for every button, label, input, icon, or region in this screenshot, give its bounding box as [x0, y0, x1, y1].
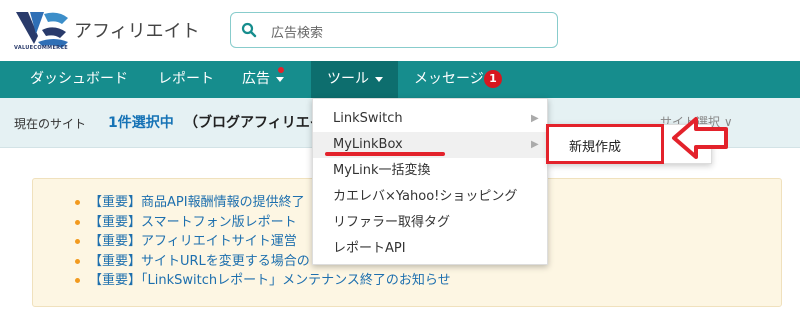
bullet-icon	[75, 239, 80, 244]
logo-subtext: VALUECOMMERCE	[14, 45, 69, 51]
menu-item-referrer-tag[interactable]: リファラー取得タグ	[313, 210, 547, 236]
chevron-down-icon	[375, 76, 383, 82]
notice-text[interactable]: 【重要】スマートフォン版レポート	[89, 215, 297, 230]
chevron-down-icon	[276, 76, 284, 82]
brand-name: アフィリエイト	[74, 21, 200, 42]
annotation-highlight-box	[546, 124, 664, 164]
nav-tools[interactable]: ツール	[311, 61, 398, 98]
notice-text[interactable]: 【重要】商品API報酬情報の提供終了	[89, 195, 305, 210]
chevron-right-icon: ▶	[531, 113, 539, 124]
menu-item-mylink-bulk[interactable]: MyLink一括変換	[313, 158, 547, 184]
nav-messages-label: メッセージ	[414, 71, 484, 87]
menu-item-label: LinkSwitch	[333, 111, 403, 126]
selected-site-name: （ブログアフィリエイト	[184, 115, 314, 131]
notification-dot	[278, 67, 284, 73]
chevron-right-icon: ▶	[531, 139, 539, 150]
nav-ads[interactable]: 広告	[242, 61, 284, 98]
annotation-arrow-icon	[672, 117, 728, 159]
nav-report[interactable]: レポート	[158, 61, 214, 98]
menu-item-label: リファラー取得タグ	[333, 215, 451, 230]
menu-item-kaereba[interactable]: カエレバ×Yahoo!ショッピング	[313, 184, 547, 210]
notice-text[interactable]: 【重要】「LinkSwitchレポート」メンテナンス終了のお知らせ	[89, 273, 451, 288]
search-input[interactable]: 広告検索	[271, 22, 323, 41]
nav-messages[interactable]: メッセージ	[414, 61, 484, 98]
menu-item-label: MyLinkBox	[333, 137, 403, 152]
nav-report-label: レポート	[158, 71, 214, 87]
nav-tools-label: ツール	[327, 71, 369, 87]
bullet-icon	[75, 219, 80, 225]
menu-item-linkswitch[interactable]: LinkSwitch ▶	[313, 106, 547, 132]
selected-count: 1件選択中	[108, 115, 174, 131]
header: VALUECOMMERCE アフィリエイト 広告検索	[0, 0, 800, 61]
menu-item-label: MyLink一括変換	[333, 163, 431, 178]
message-count-badge: 1	[484, 70, 502, 88]
menu-item-report-api[interactable]: レポートAPI	[313, 236, 547, 262]
bullet-icon	[75, 278, 80, 283]
nav-dashboard-label: ダッシュボード	[30, 71, 128, 87]
bullet-icon	[75, 258, 80, 264]
nav-ads-label: 広告	[242, 71, 270, 87]
search-icon	[241, 22, 257, 38]
main-nav: ダッシュボード レポート 広告 ツール メッセージ	[0, 61, 800, 98]
current-site-label: 現在のサイト	[14, 117, 87, 131]
tools-dropdown-menu: LinkSwitch ▶ MyLinkBox ▶ MyLink一括変換 カエレバ…	[312, 98, 548, 265]
annotation-underline	[325, 152, 445, 156]
menu-item-label: レポートAPI	[333, 241, 406, 256]
notice-text[interactable]: 【重要】サイトURLを変更する場合の	[89, 254, 310, 269]
notice-text[interactable]: 【重要】アフィリエイトサイト運営	[89, 234, 297, 249]
nav-dashboard[interactable]: ダッシュボード	[30, 61, 128, 98]
search-box[interactable]: 広告検索	[230, 12, 558, 48]
notice-item[interactable]: 【重要】「LinkSwitchレポート」メンテナンス終了のお知らせ	[75, 271, 451, 291]
menu-item-label: カエレバ×Yahoo!ショッピング	[333, 189, 518, 204]
bullet-icon	[75, 200, 80, 205]
